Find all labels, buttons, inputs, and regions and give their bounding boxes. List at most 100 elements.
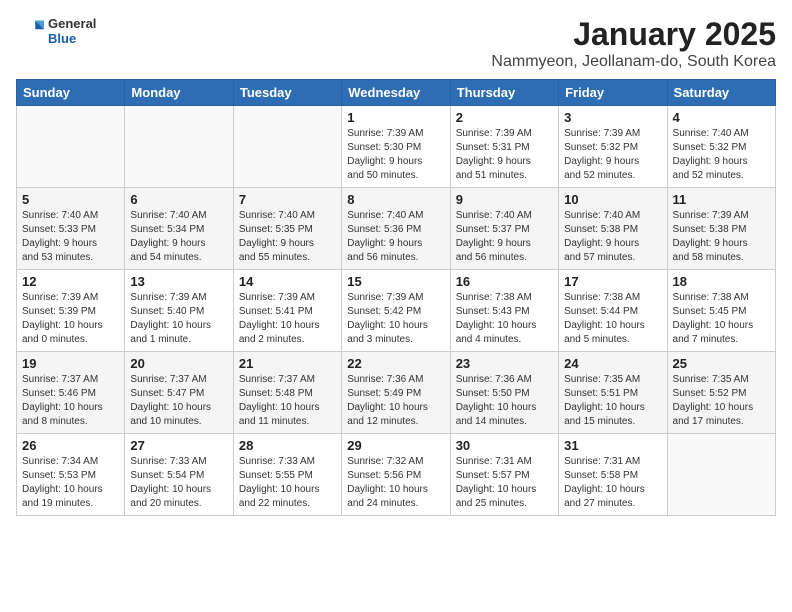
day-number: 16 bbox=[456, 274, 553, 289]
day-info: Sunrise: 7:37 AM Sunset: 5:46 PM Dayligh… bbox=[22, 373, 119, 429]
day-number: 28 bbox=[239, 438, 336, 453]
location-title: Nammyeon, Jeollanam-do, South Korea bbox=[491, 53, 776, 71]
day-info: Sunrise: 7:33 AM Sunset: 5:54 PM Dayligh… bbox=[130, 455, 227, 511]
day-number: 11 bbox=[673, 192, 770, 207]
calendar-cell: 1 Sunrise: 7:39 AM Sunset: 5:30 PM Daylig… bbox=[342, 106, 450, 188]
column-header-monday: Monday bbox=[125, 80, 233, 106]
day-number: 10 bbox=[564, 192, 661, 207]
calendar-cell: 6 Sunrise: 7:40 AM Sunset: 5:34 PM Daylig… bbox=[125, 188, 233, 270]
day-info: Sunrise: 7:32 AM Sunset: 5:56 PM Dayligh… bbox=[347, 455, 444, 511]
day-number: 18 bbox=[673, 274, 770, 289]
day-number: 13 bbox=[130, 274, 227, 289]
calendar-cell: 28 Sunrise: 7:33 AM Sunset: 5:55 PM Dayli… bbox=[233, 434, 341, 516]
day-info: Sunrise: 7:39 AM Sunset: 5:40 PM Dayligh… bbox=[130, 291, 227, 347]
calendar-cell: 27 Sunrise: 7:33 AM Sunset: 5:54 PM Dayli… bbox=[125, 434, 233, 516]
day-info: Sunrise: 7:31 AM Sunset: 5:58 PM Dayligh… bbox=[564, 455, 661, 511]
calendar-cell bbox=[17, 106, 125, 188]
day-info: Sunrise: 7:39 AM Sunset: 5:31 PM Dayligh… bbox=[456, 127, 553, 183]
calendar-header-row: SundayMondayTuesdayWednesdayThursdayFrid… bbox=[17, 80, 776, 106]
calendar-cell: 3Sunrise: 7:39 AM Sunset: 5:32 PM Daylig… bbox=[559, 106, 667, 188]
logo-icon bbox=[16, 17, 44, 45]
calendar-cell: 15 Sunrise: 7:39 AM Sunset: 5:42 PM Dayli… bbox=[342, 270, 450, 352]
column-header-wednesday: Wednesday bbox=[342, 80, 450, 106]
calendar-cell: 13 Sunrise: 7:39 AM Sunset: 5:40 PM Dayli… bbox=[125, 270, 233, 352]
day-number: 22 bbox=[347, 356, 444, 371]
day-info: Sunrise: 7:37 AM Sunset: 5:48 PM Dayligh… bbox=[239, 373, 336, 429]
month-title: January 2025 bbox=[491, 16, 776, 53]
calendar-cell: 30 Sunrise: 7:31 AM Sunset: 5:57 PM Dayli… bbox=[450, 434, 558, 516]
week-row-1: 1 Sunrise: 7:39 AM Sunset: 5:30 PM Daylig… bbox=[17, 106, 776, 188]
day-number: 27 bbox=[130, 438, 227, 453]
day-info: Sunrise: 7:38 AM Sunset: 5:43 PM Dayligh… bbox=[456, 291, 553, 347]
calendar-cell: 9Sunrise: 7:40 AM Sunset: 5:37 PM Daylig… bbox=[450, 188, 558, 270]
day-info: Sunrise: 7:37 AM Sunset: 5:47 PM Dayligh… bbox=[130, 373, 227, 429]
day-info: Sunrise: 7:39 AM Sunset: 5:30 PM Dayligh… bbox=[347, 127, 444, 183]
day-number: 15 bbox=[347, 274, 444, 289]
calendar-cell: 10Sunrise: 7:40 AM Sunset: 5:38 PM Dayli… bbox=[559, 188, 667, 270]
calendar-cell: 11 Sunrise: 7:39 AM Sunset: 5:38 PM Dayli… bbox=[667, 188, 775, 270]
day-info: Sunrise: 7:39 AM Sunset: 5:38 PM Dayligh… bbox=[673, 209, 770, 265]
day-info: Sunrise: 7:36 AM Sunset: 5:49 PM Dayligh… bbox=[347, 373, 444, 429]
day-info: Sunrise: 7:39 AM Sunset: 5:41 PM Dayligh… bbox=[239, 291, 336, 347]
day-number: 23 bbox=[456, 356, 553, 371]
day-info: Sunrise: 7:40 AM Sunset: 5:33 PM Dayligh… bbox=[22, 209, 119, 265]
calendar-cell: 31 Sunrise: 7:31 AM Sunset: 5:58 PM Dayli… bbox=[559, 434, 667, 516]
day-number: 31 bbox=[564, 438, 661, 453]
calendar-cell bbox=[125, 106, 233, 188]
logo: General Blue bbox=[16, 16, 96, 46]
day-info: Sunrise: 7:36 AM Sunset: 5:50 PM Dayligh… bbox=[456, 373, 553, 429]
week-row-5: 26 Sunrise: 7:34 AM Sunset: 5:53 PM Dayli… bbox=[17, 434, 776, 516]
day-info: Sunrise: 7:39 AM Sunset: 5:42 PM Dayligh… bbox=[347, 291, 444, 347]
day-info: Sunrise: 7:40 AM Sunset: 5:37 PM Dayligh… bbox=[456, 209, 553, 265]
calendar-cell: 12 Sunrise: 7:39 AM Sunset: 5:39 PM Dayli… bbox=[17, 270, 125, 352]
column-header-thursday: Thursday bbox=[450, 80, 558, 106]
day-info: Sunrise: 7:39 AM Sunset: 5:39 PM Dayligh… bbox=[22, 291, 119, 347]
calendar-cell: 8 Sunrise: 7:40 AM Sunset: 5:36 PM Daylig… bbox=[342, 188, 450, 270]
day-number: 6 bbox=[130, 192, 227, 207]
day-number: 21 bbox=[239, 356, 336, 371]
day-number: 1 bbox=[347, 110, 444, 125]
day-info: Sunrise: 7:38 AM Sunset: 5:45 PM Dayligh… bbox=[673, 291, 770, 347]
calendar-cell: 19 Sunrise: 7:37 AM Sunset: 5:46 PM Dayli… bbox=[17, 352, 125, 434]
calendar-cell: 14 Sunrise: 7:39 AM Sunset: 5:41 PM Dayli… bbox=[233, 270, 341, 352]
day-info: Sunrise: 7:35 AM Sunset: 5:51 PM Dayligh… bbox=[564, 373, 661, 429]
day-number: 30 bbox=[456, 438, 553, 453]
calendar-cell bbox=[233, 106, 341, 188]
column-header-sunday: Sunday bbox=[17, 80, 125, 106]
day-info: Sunrise: 7:38 AM Sunset: 5:44 PM Dayligh… bbox=[564, 291, 661, 347]
calendar-cell: 23 Sunrise: 7:36 AM Sunset: 5:50 PM Dayli… bbox=[450, 352, 558, 434]
day-number: 17 bbox=[564, 274, 661, 289]
day-info: Sunrise: 7:40 AM Sunset: 5:35 PM Dayligh… bbox=[239, 209, 336, 265]
day-info: Sunrise: 7:40 AM Sunset: 5:34 PM Dayligh… bbox=[130, 209, 227, 265]
logo-blue: Blue bbox=[48, 31, 96, 46]
calendar-cell: 7Sunrise: 7:40 AM Sunset: 5:35 PM Daylig… bbox=[233, 188, 341, 270]
day-info: Sunrise: 7:34 AM Sunset: 5:53 PM Dayligh… bbox=[22, 455, 119, 511]
day-number: 26 bbox=[22, 438, 119, 453]
calendar-cell: 20Sunrise: 7:37 AM Sunset: 5:47 PM Dayli… bbox=[125, 352, 233, 434]
day-number: 5 bbox=[22, 192, 119, 207]
calendar-cell: 18 Sunrise: 7:38 AM Sunset: 5:45 PM Dayli… bbox=[667, 270, 775, 352]
calendar-cell: 17 Sunrise: 7:38 AM Sunset: 5:44 PM Dayli… bbox=[559, 270, 667, 352]
day-info: Sunrise: 7:31 AM Sunset: 5:57 PM Dayligh… bbox=[456, 455, 553, 511]
day-info: Sunrise: 7:40 AM Sunset: 5:32 PM Dayligh… bbox=[673, 127, 770, 183]
calendar-cell: 21 Sunrise: 7:37 AM Sunset: 5:48 PM Dayli… bbox=[233, 352, 341, 434]
calendar-cell: 25Sunrise: 7:35 AM Sunset: 5:52 PM Dayli… bbox=[667, 352, 775, 434]
column-header-friday: Friday bbox=[559, 80, 667, 106]
calendar-cell bbox=[667, 434, 775, 516]
day-number: 19 bbox=[22, 356, 119, 371]
calendar-cell: 29Sunrise: 7:32 AM Sunset: 5:56 PM Dayli… bbox=[342, 434, 450, 516]
day-number: 12 bbox=[22, 274, 119, 289]
day-number: 14 bbox=[239, 274, 336, 289]
week-row-3: 12 Sunrise: 7:39 AM Sunset: 5:39 PM Dayli… bbox=[17, 270, 776, 352]
column-header-tuesday: Tuesday bbox=[233, 80, 341, 106]
day-number: 8 bbox=[347, 192, 444, 207]
logo-general: General bbox=[48, 16, 96, 31]
day-number: 2 bbox=[456, 110, 553, 125]
day-info: Sunrise: 7:33 AM Sunset: 5:55 PM Dayligh… bbox=[239, 455, 336, 511]
day-info: Sunrise: 7:39 AM Sunset: 5:32 PM Dayligh… bbox=[564, 127, 661, 183]
title-block: January 2025 Nammyeon, Jeollanam-do, Sou… bbox=[491, 16, 776, 71]
calendar-cell: 4Sunrise: 7:40 AM Sunset: 5:32 PM Daylig… bbox=[667, 106, 775, 188]
day-number: 24 bbox=[564, 356, 661, 371]
calendar-cell: 24 Sunrise: 7:35 AM Sunset: 5:51 PM Dayli… bbox=[559, 352, 667, 434]
day-info: Sunrise: 7:40 AM Sunset: 5:36 PM Dayligh… bbox=[347, 209, 444, 265]
